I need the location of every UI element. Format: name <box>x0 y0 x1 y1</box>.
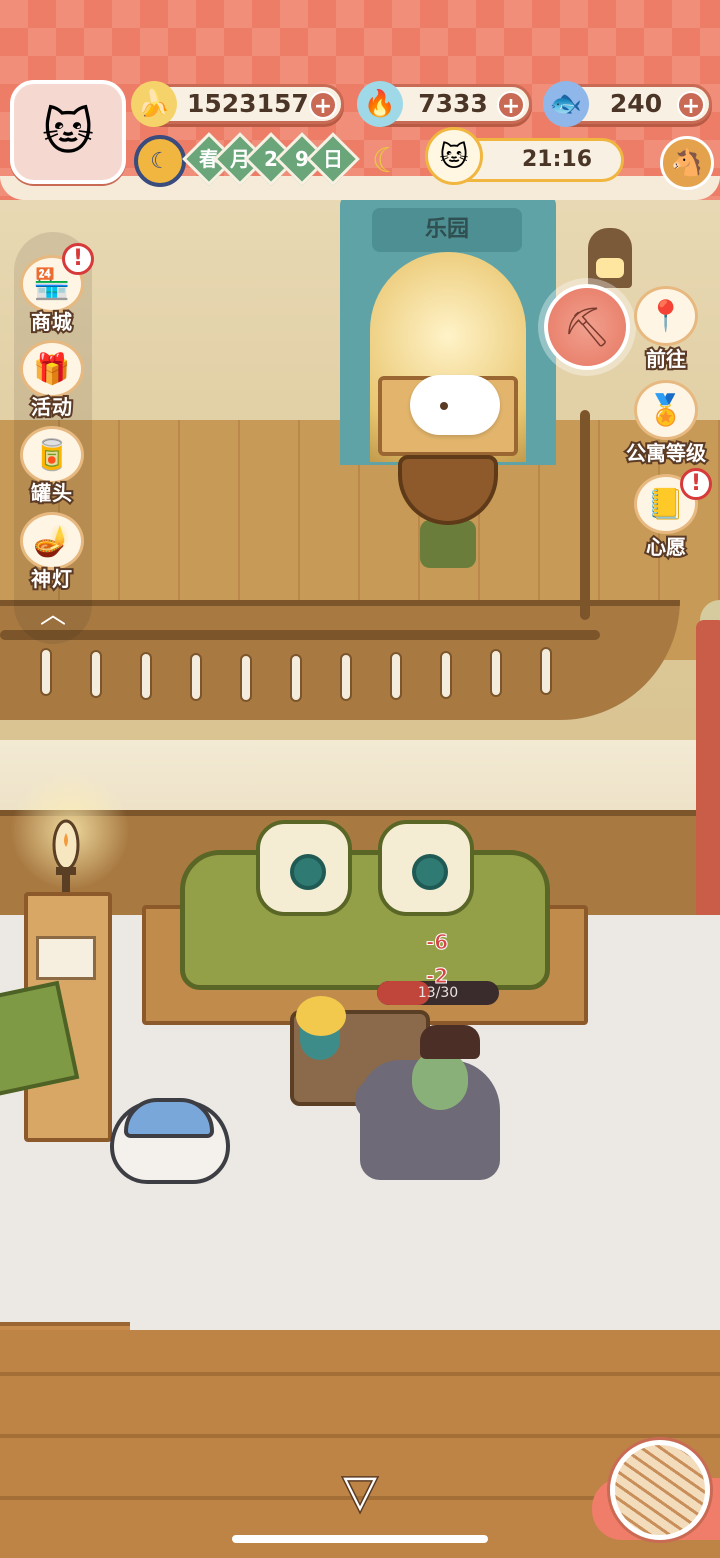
menu-wish[interactable]: 📒 心愿 ! <box>620 468 712 561</box>
thought-bubble <box>410 375 500 435</box>
damage-number: -2 <box>425 964 449 989</box>
cowboy-rider[interactable] <box>412 1050 468 1110</box>
menu-shop[interactable]: 🏪 商城 ! <box>16 243 94 336</box>
resource-banana[interactable]: 🍌 1523157 + <box>131 81 344 127</box>
rail-post <box>240 654 252 702</box>
home-indicator[interactable] <box>232 1535 488 1543</box>
cowboy-hat <box>420 1025 480 1059</box>
yarn-ball-button[interactable] <box>610 1440 710 1540</box>
date-day: 日 <box>323 147 343 171</box>
game-stage: 乐园 -6 13/30 -2 🐱 🍌 1523157 + 🔥 7333 + 🐟 … <box>0 0 720 1558</box>
can-icon: 🥫 <box>20 426 84 484</box>
menu-label: 公寓等级 <box>624 439 708 467</box>
wall-lamp-glow <box>596 258 624 278</box>
player-avatar[interactable]: 🐱 <box>10 80 126 184</box>
resource-fish[interactable]: 🐟 240 + <box>543 81 712 127</box>
stage-rail <box>0 630 600 640</box>
add-banana-button[interactable]: + <box>309 91 337 119</box>
stage-rail-right <box>580 410 590 620</box>
alert-icon: ! <box>62 243 94 275</box>
time-display[interactable]: 🐱 21:16 <box>425 127 624 185</box>
menu-label: 罐头 <box>29 479 74 507</box>
apartment-level-icon: 🏅 <box>634 380 698 440</box>
chef-cat-icon: 🐱 <box>425 127 483 185</box>
day-night-clock-icon[interactable]: ☾ <box>134 135 186 187</box>
wizard-hat <box>124 1098 214 1138</box>
menu-label: 商城 <box>29 308 74 336</box>
red-pillar <box>696 620 720 920</box>
add-fish-button[interactable]: + <box>677 91 705 119</box>
menu-go-to[interactable]: 📍 前往 <box>620 286 712 373</box>
pillow-button <box>290 854 326 890</box>
resource-flame[interactable]: 🔥 7333 + <box>357 81 532 127</box>
menu-apartment-level[interactable]: 🏅 公寓等级 <box>620 380 712 467</box>
menu-label: 神灯 <box>29 565 74 593</box>
banana-icon: 🍌 <box>131 81 177 127</box>
rail-post <box>540 647 552 695</box>
avatar-icon: 🐱 <box>41 103 95 161</box>
sofa-pillow <box>378 820 474 916</box>
menu-label: 前往 <box>644 345 688 373</box>
menu-cans[interactable]: 🥫 罐头 <box>16 426 88 507</box>
resource-value: 1523157 <box>187 89 309 118</box>
menu-label: 心愿 <box>644 533 688 561</box>
rail-post <box>40 648 52 696</box>
pickaxe-icon: ⛏ <box>562 304 612 349</box>
time-value: 21:16 <box>521 147 593 172</box>
magic-lamp-icon: 🪔 <box>20 512 84 570</box>
add-flame-button[interactable]: + <box>497 91 525 119</box>
menu-label: 活动 <box>29 393 74 421</box>
visitor-icon[interactable]: 🐴 <box>660 136 714 190</box>
rail-post <box>90 650 102 698</box>
gift-icon: 🎁 <box>20 340 84 398</box>
rail-post <box>290 654 302 702</box>
map-pin-icon: 📍 <box>634 286 698 346</box>
stage-character-body[interactable] <box>420 520 476 568</box>
menu-events[interactable]: 🎁 活动 <box>16 340 88 421</box>
green-sofa[interactable] <box>180 850 550 990</box>
moon-icon: ☾ <box>371 141 403 181</box>
donkey-head[interactable] <box>355 1078 415 1122</box>
thought-dot <box>440 402 448 410</box>
alert-icon: ! <box>680 468 712 500</box>
blue-fish-icon: 🐟 <box>543 81 589 127</box>
menu-magic-lamp[interactable]: 🪔 神灯 <box>16 512 88 593</box>
chevron-down-icon[interactable]: ▽ <box>334 1468 386 1515</box>
rail-post <box>190 653 202 701</box>
rail-post <box>390 652 402 700</box>
damage-number: -6 <box>425 930 449 955</box>
resource-value: 240 <box>609 89 663 118</box>
rail-post <box>490 649 502 697</box>
rail-post <box>440 651 452 699</box>
rail-post <box>140 652 152 700</box>
blue-flame-icon: 🔥 <box>357 81 403 127</box>
gate-sign: 乐园 <box>372 208 522 252</box>
sofa-pillow <box>256 820 352 916</box>
chevron-up-icon[interactable]: ︿ <box>36 600 70 630</box>
resource-value: 7333 <box>418 89 488 118</box>
rail-post <box>340 653 352 701</box>
oil-lamp-icon <box>52 819 80 903</box>
flowers <box>296 996 346 1036</box>
note-paper[interactable] <box>36 936 96 980</box>
pillow-button <box>412 854 448 890</box>
